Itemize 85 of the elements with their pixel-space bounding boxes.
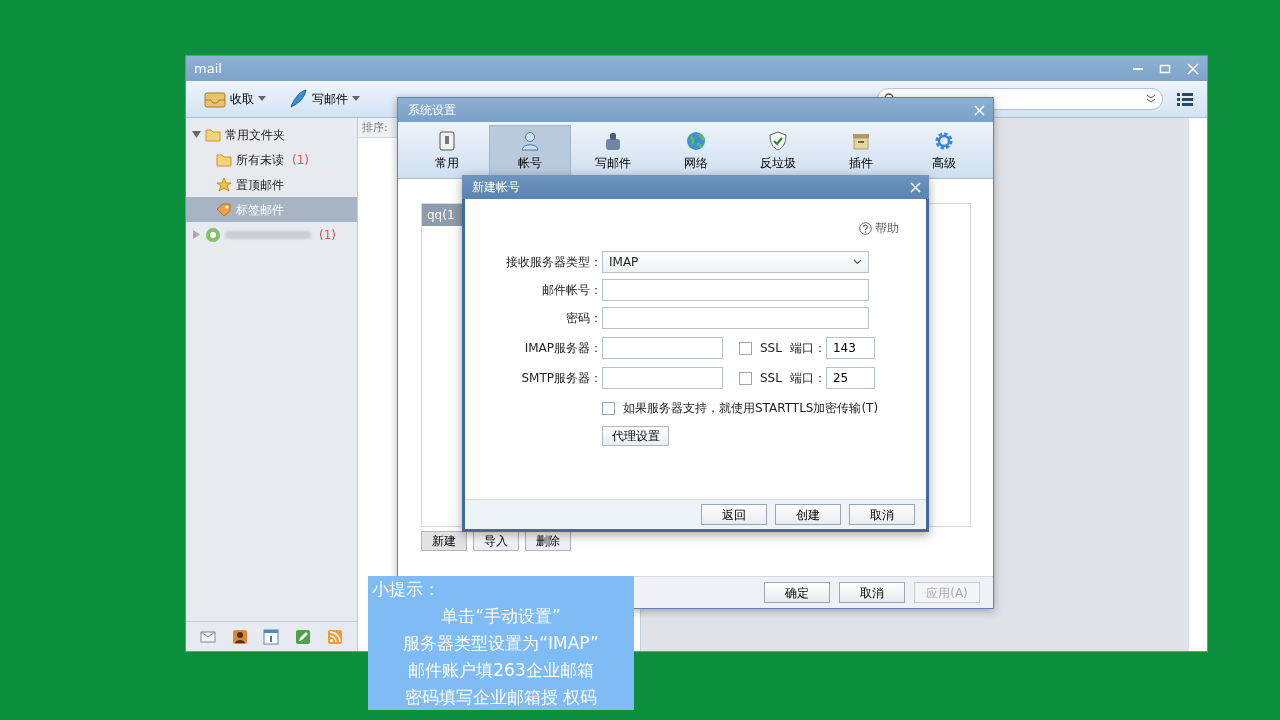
tip-line: 单击“手动设置” bbox=[440, 605, 562, 628]
list-button[interactable]: 导入 bbox=[473, 531, 519, 551]
sidebar-item[interactable]: 所有未读 (1) bbox=[186, 147, 357, 172]
folder-icon bbox=[205, 127, 221, 142]
list-button[interactable]: 新建 bbox=[421, 531, 467, 551]
folder-label: 标签邮件 bbox=[236, 201, 284, 219]
collapsed-arrow-icon bbox=[192, 230, 201, 239]
close-icon[interactable] bbox=[974, 104, 985, 116]
window-title: mail bbox=[194, 59, 223, 78]
folder-icon bbox=[216, 152, 232, 167]
minimize-icon bbox=[1133, 67, 1143, 70]
port-label: 端口： bbox=[789, 340, 826, 357]
help-link[interactable]: 帮助 bbox=[875, 219, 899, 237]
account-avatar-icon bbox=[205, 226, 221, 243]
folder-label: 常用文件夹 bbox=[225, 126, 285, 144]
input-field[interactable] bbox=[602, 279, 869, 301]
caret-icon bbox=[258, 96, 266, 102]
caret-icon bbox=[352, 96, 360, 102]
shield-check-icon bbox=[768, 131, 789, 151]
dialog-title: 新建帐号 bbox=[472, 179, 520, 196]
tip-line: 邮件账户填263企业邮箱 bbox=[407, 659, 595, 682]
toolbar-button[interactable]: 收取 bbox=[200, 88, 270, 110]
field-label: 接收服务器类型： bbox=[505, 254, 602, 271]
archive-box-icon bbox=[850, 131, 871, 151]
server-type-select[interactable]: IMAP bbox=[602, 251, 869, 273]
field-label: 邮件帐号： bbox=[541, 282, 602, 299]
field-label: 密码： bbox=[565, 310, 602, 327]
field-label: IMAP服务器： bbox=[523, 340, 602, 357]
input-field[interactable] bbox=[602, 307, 869, 329]
folder-label: 置顶邮件 bbox=[236, 176, 284, 194]
tip-title: 小提示： bbox=[372, 578, 441, 601]
dialog-button[interactable]: 取消 bbox=[839, 582, 905, 603]
folder-label: 所有未读 bbox=[236, 151, 284, 169]
expanded-arrow-icon bbox=[192, 130, 201, 139]
sidebar-item[interactable]: 置顶邮件 bbox=[186, 172, 357, 197]
close-icon[interactable] bbox=[910, 181, 921, 193]
port-label: 端口： bbox=[789, 370, 826, 387]
tip-line: 密码填写企业邮箱授 权码 bbox=[403, 686, 599, 709]
double-chevron-icon bbox=[1146, 94, 1156, 104]
tag-icon bbox=[216, 202, 232, 217]
feather-pen-icon bbox=[288, 89, 308, 109]
checkbox[interactable] bbox=[739, 371, 752, 385]
unread-count: (1) bbox=[292, 151, 309, 169]
person-icon bbox=[520, 131, 541, 151]
maximize-icon bbox=[1159, 62, 1171, 75]
settings-tab[interactable]: 反垃圾 bbox=[736, 125, 820, 178]
dialog-title: 系统设置 bbox=[408, 102, 456, 119]
settings-tab[interactable]: 插件 bbox=[819, 125, 903, 178]
inbox-tray-icon bbox=[204, 90, 226, 108]
dialog-button[interactable]: 取消 bbox=[849, 504, 915, 525]
unread-count: (1) bbox=[319, 226, 336, 244]
input-field[interactable] bbox=[602, 367, 723, 389]
port-field[interactable]: 25 bbox=[825, 367, 875, 389]
settings-tab[interactable]: 帐号 bbox=[488, 125, 572, 178]
dialog-button[interactable]: 确定 bbox=[764, 582, 830, 603]
checkbox-label: 如果服务器支持，就使用STARTTLS加密传输(T) bbox=[623, 400, 879, 417]
checkbox[interactable] bbox=[739, 341, 752, 355]
field-label: SMTP服务器： bbox=[520, 370, 602, 387]
globe-icon bbox=[685, 131, 706, 151]
note-pencil-icon[interactable] bbox=[295, 628, 312, 645]
checkbox-label: SSL bbox=[760, 340, 782, 357]
contact-card-icon[interactable] bbox=[231, 628, 248, 645]
proxy-settings-button[interactable]: 代理设置 bbox=[602, 426, 669, 446]
gear-icon bbox=[933, 131, 954, 151]
port-field[interactable]: 143 bbox=[825, 337, 875, 359]
phone-icon bbox=[437, 131, 458, 151]
help-icon bbox=[859, 221, 872, 235]
input-field[interactable] bbox=[602, 337, 723, 359]
star-icon bbox=[216, 177, 232, 192]
dialog-button[interactable]: 返回 bbox=[701, 504, 767, 525]
close-icon bbox=[1187, 62, 1199, 75]
dialog-button[interactable]: 创建 bbox=[775, 504, 841, 525]
select-value: IMAP bbox=[609, 254, 639, 271]
mail-envelope-icon[interactable] bbox=[199, 628, 216, 645]
toolbar-button[interactable]: 写邮件 bbox=[284, 87, 364, 111]
chevron-down-icon bbox=[853, 259, 862, 265]
list-button[interactable]: 删除 bbox=[525, 531, 571, 551]
rss-feed-icon[interactable] bbox=[327, 628, 344, 645]
calendar-icon[interactable] bbox=[263, 628, 280, 645]
checkbox[interactable] bbox=[602, 401, 615, 415]
sidebar-item[interactable]: 常用文件夹 bbox=[186, 122, 357, 147]
tip-line: 服务器类型设置为“IMAP” bbox=[402, 632, 600, 655]
settings-tab[interactable]: 高级 bbox=[902, 125, 986, 178]
checkbox-label: SSL bbox=[760, 370, 782, 387]
menu-icon bbox=[1177, 92, 1193, 106]
